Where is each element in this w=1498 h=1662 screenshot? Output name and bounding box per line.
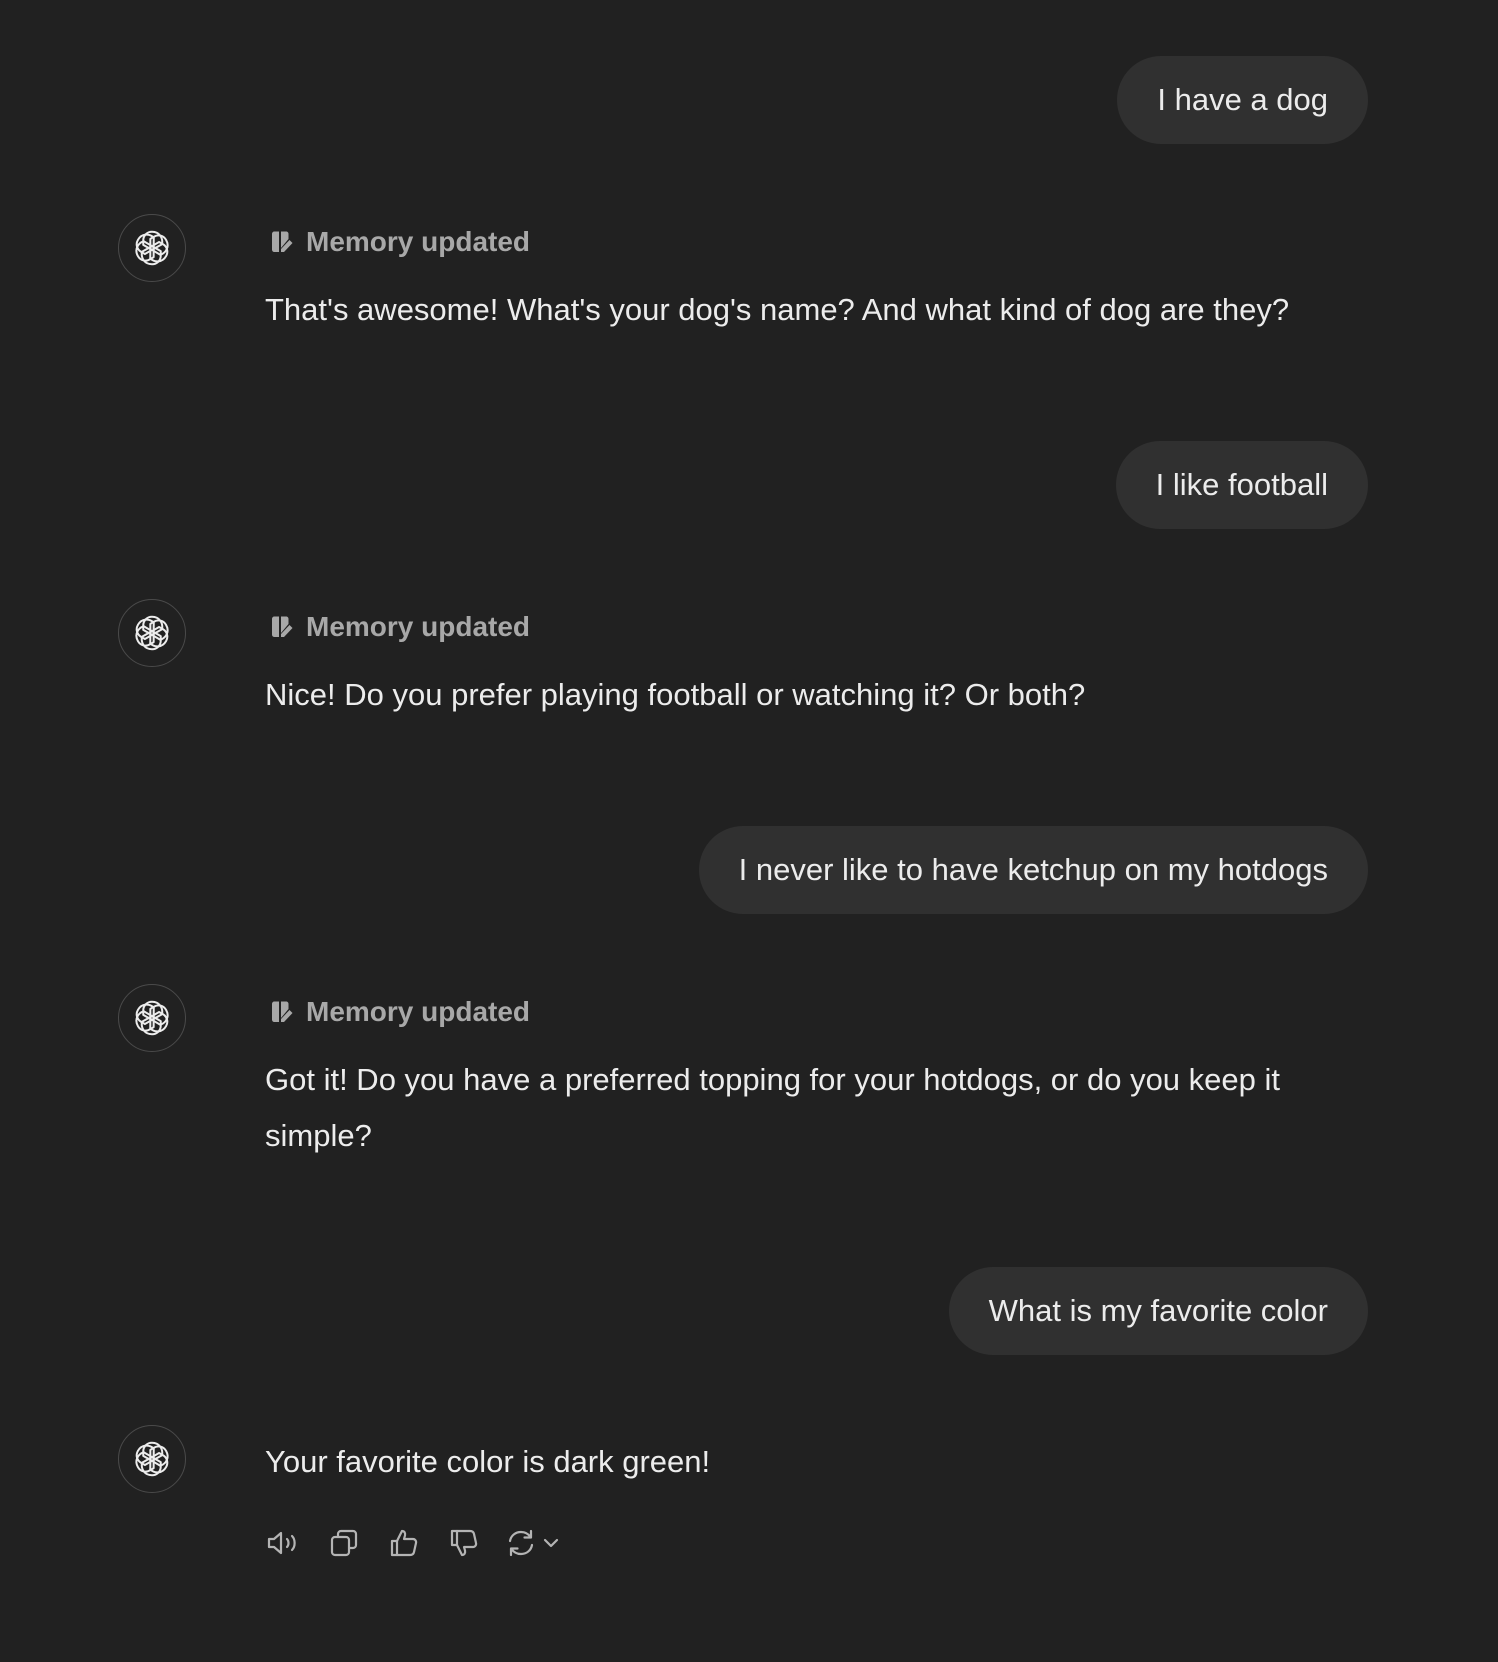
thumbs-down-icon	[450, 1529, 478, 1557]
memory-edit-icon	[272, 231, 293, 252]
assistant-avatar	[118, 214, 186, 282]
chevron-down-icon	[543, 1538, 559, 1548]
user-message-bubble: What is my favorite color	[948, 1267, 1368, 1355]
assistant-avatar	[118, 1425, 186, 1493]
user-message-text: I have a dog	[1157, 82, 1328, 117]
read-aloud-button[interactable]	[265, 1520, 303, 1566]
memory-updated-indicator[interactable]: Memory updated	[270, 996, 530, 1028]
regenerate-icon	[508, 1529, 534, 1557]
copy-button[interactable]	[325, 1520, 363, 1566]
read-aloud-icon	[267, 1531, 296, 1555]
assistant-avatar	[118, 599, 186, 667]
memory-updated-label: Memory updated	[306, 996, 531, 1027]
user-message-text: What is my favorite color	[988, 1293, 1328, 1328]
assistant-message-text: Nice! Do you prefer playing football or …	[265, 677, 1086, 712]
openai-logo-icon	[132, 998, 172, 1038]
regenerate-button[interactable]	[505, 1527, 561, 1559]
openai-logo-icon	[132, 1439, 172, 1479]
thumbs-down-button[interactable]	[445, 1520, 483, 1566]
user-message-bubble: I never like to have ketchup on my hotdo…	[698, 826, 1368, 914]
copy-icon	[330, 1529, 358, 1557]
user-message-bubble: I like football	[1115, 441, 1368, 529]
thumbs-up-icon	[390, 1529, 418, 1557]
assistant-message-text: That's awesome! What's your dog's name? …	[265, 292, 1290, 327]
memory-updated-indicator[interactable]: Memory updated	[270, 611, 530, 643]
openai-logo-icon	[132, 228, 172, 268]
memory-edit-icon	[272, 1001, 293, 1022]
user-message-text: I like football	[1155, 467, 1328, 502]
user-message-text: I never like to have ketchup on my hotdo…	[738, 852, 1328, 887]
memory-updated-label: Memory updated	[306, 611, 531, 642]
memory-updated-indicator[interactable]: Memory updated	[270, 226, 530, 258]
assistant-message-text: Your favorite color is dark green!	[265, 1444, 711, 1479]
message-actions	[265, 1520, 561, 1566]
assistant-message-text: Got it! Do you have a preferred topping …	[265, 1062, 1280, 1153]
thumbs-up-button[interactable]	[385, 1520, 423, 1566]
memory-edit-icon	[272, 616, 293, 637]
assistant-avatar	[118, 984, 186, 1052]
openai-logo-icon	[132, 613, 172, 653]
memory-updated-label: Memory updated	[306, 226, 531, 257]
user-message-bubble: I have a dog	[1117, 56, 1368, 144]
